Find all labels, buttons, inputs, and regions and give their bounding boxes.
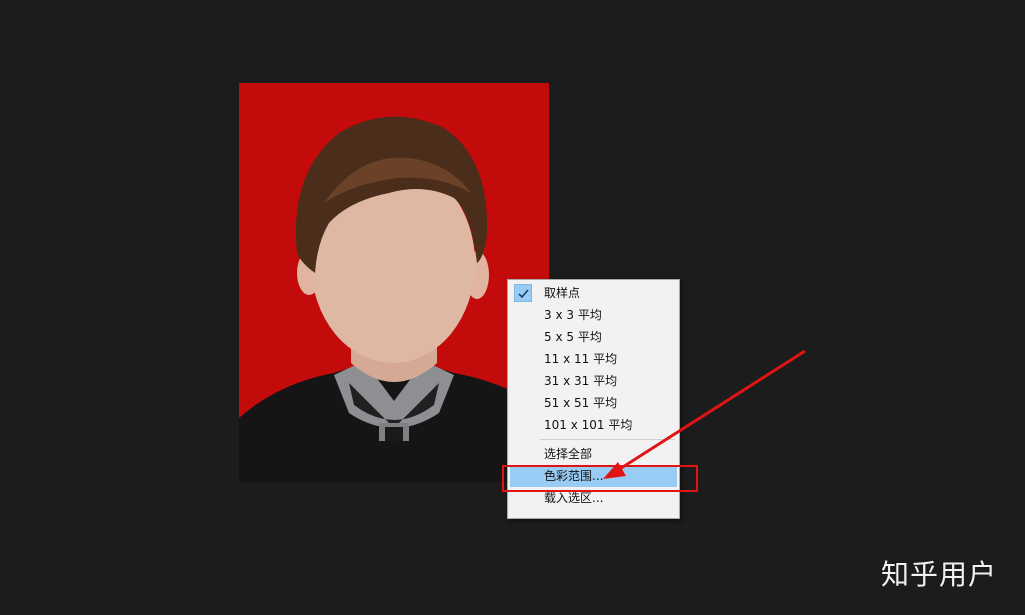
menu-item-point-sample[interactable]: 取样点 [510, 282, 677, 304]
menu-item-label: 51 x 51 平均 [544, 396, 618, 410]
menu-item-label: 101 x 101 平均 [544, 418, 633, 432]
menu-item-load-selection[interactable]: 载入选区... [510, 487, 677, 509]
menu-item-color-range[interactable]: 色彩范围... [510, 465, 677, 487]
menu-item-label: 11 x 11 平均 [544, 352, 618, 366]
menu-item-label: 3 x 3 平均 [544, 308, 602, 322]
menu-item-51x51-average[interactable]: 51 x 51 平均 [510, 392, 677, 414]
menu-item-label: 5 x 5 平均 [544, 330, 602, 344]
menu-item-label: 色彩范围... [544, 469, 604, 483]
sampling-context-menu: 取样点 3 x 3 平均 5 x 5 平均 11 x 11 平均 31 x 31… [507, 279, 680, 519]
menu-item-11x11-average[interactable]: 11 x 11 平均 [510, 348, 677, 370]
menu-item-3x3-average[interactable]: 3 x 3 平均 [510, 304, 677, 326]
menu-separator [540, 439, 675, 440]
menu-item-5x5-average[interactable]: 5 x 5 平均 [510, 326, 677, 348]
workspace-canvas: 取样点 3 x 3 平均 5 x 5 平均 11 x 11 平均 31 x 31… [0, 0, 1025, 615]
watermark-text: 知乎用户 [880, 558, 997, 591]
menu-item-31x31-average[interactable]: 31 x 31 平均 [510, 370, 677, 392]
portrait-illustration [239, 83, 549, 482]
menu-item-label: 31 x 31 平均 [544, 374, 618, 388]
menu-item-label: 选择全部 [544, 447, 593, 461]
menu-item-label: 载入选区... [544, 491, 604, 505]
check-icon [514, 284, 532, 302]
menu-item-select-all[interactable]: 选择全部 [510, 443, 677, 465]
menu-item-label: 取样点 [544, 286, 581, 300]
menu-item-101x101-average[interactable]: 101 x 101 平均 [510, 414, 677, 436]
id-photo-image [239, 83, 549, 482]
